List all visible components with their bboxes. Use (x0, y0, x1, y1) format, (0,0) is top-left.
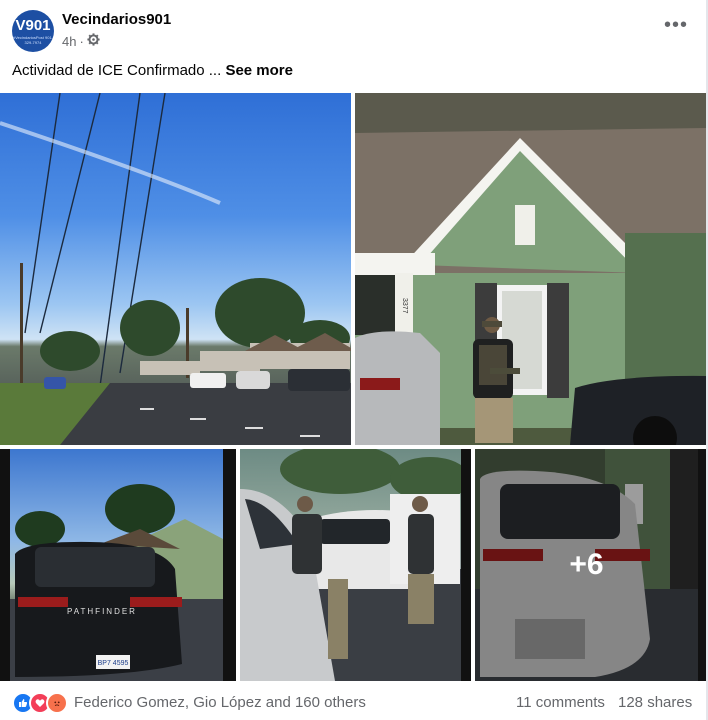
avatar-logo-subtext: #VecindariosPost 901-329-7974 (12, 35, 54, 45)
more-options-button[interactable]: ••• (664, 14, 688, 37)
post-author[interactable]: Vecindarios901 (62, 11, 171, 28)
angry-reaction-icon (46, 692, 68, 714)
reacted-by-text[interactable]: Federico Gomez, Gio López and 160 others (74, 694, 366, 711)
house-number: 3377 (401, 298, 408, 314)
photo-officers[interactable] (240, 449, 461, 681)
post-meta: 4h · (62, 33, 100, 49)
photo-border (223, 449, 236, 681)
reaction-icons[interactable] (12, 692, 68, 714)
more-photos-count: +6 (569, 548, 604, 581)
gear-icon (87, 33, 100, 49)
photo-street[interactable] (0, 93, 351, 445)
post-text: Actividad de ICE Confirmado ... See more (12, 62, 293, 79)
photo-border (698, 449, 706, 681)
post-card: V901 #VecindariosPost 901-329-7974 Vecin… (0, 0, 708, 720)
avatar-logo-text: V901 (15, 17, 51, 34)
photo-border (461, 449, 471, 681)
post-body: Actividad de ICE Confirmado ... (12, 62, 222, 79)
pathfinder-badge: PATHFINDER (67, 607, 137, 616)
license-plate: BP7 4595 (98, 660, 129, 667)
photo-border (0, 449, 10, 681)
more-dots-icon: ••• (663, 14, 688, 36)
shares-count[interactable]: 128 shares (618, 694, 692, 711)
post-time[interactable]: 4h (62, 34, 76, 49)
more-photos-overlay[interactable]: +6 (475, 449, 698, 681)
page-avatar[interactable]: V901 #VecindariosPost 901-329-7974 (12, 10, 54, 52)
photo-suv-rear[interactable]: PATHFINDER BP7 4595 (10, 449, 223, 681)
see-more-link[interactable]: See more (225, 62, 293, 79)
comments-count[interactable]: 11 comments (516, 694, 605, 711)
meta-separator: · (79, 33, 84, 49)
photo-house[interactable]: 3377 (355, 93, 706, 445)
